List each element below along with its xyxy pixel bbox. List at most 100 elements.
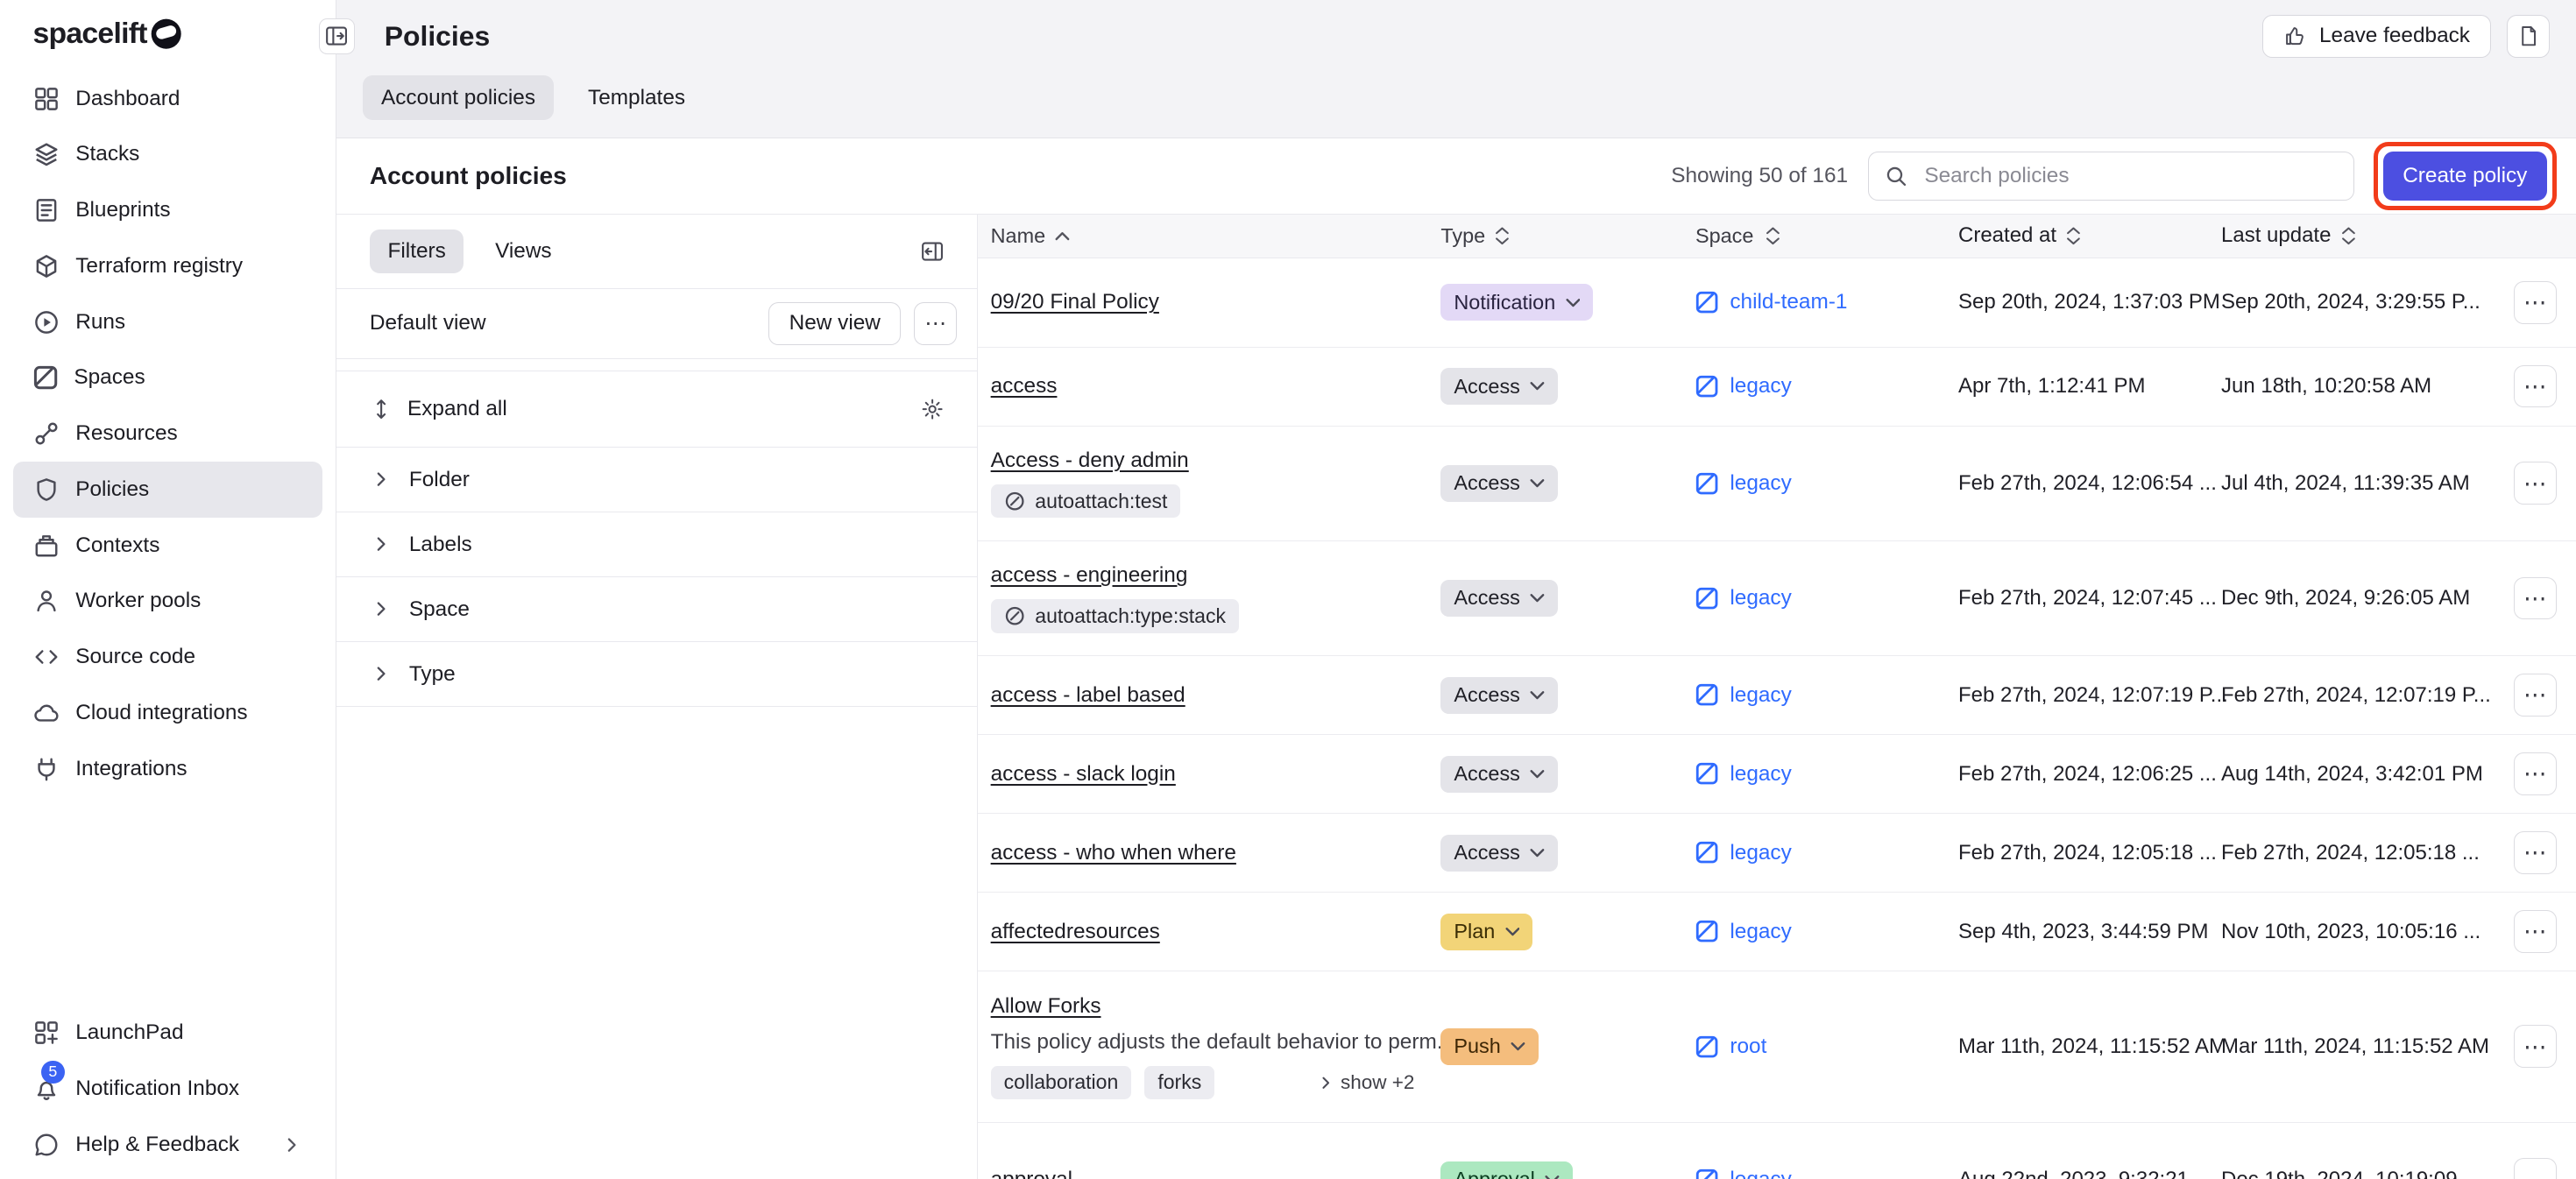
- spacelift-logo[interactable]: spacelift: [0, 0, 336, 71]
- create-policy-button[interactable]: Create policy: [2383, 152, 2547, 201]
- stacks-icon: [33, 141, 60, 167]
- tab-views[interactable]: Views: [477, 229, 570, 274]
- space-link[interactable]: legacy: [1730, 471, 1791, 496]
- space-link[interactable]: legacy: [1730, 586, 1791, 611]
- row-menu-button[interactable]: ⋯: [2514, 577, 2557, 620]
- panel-collapse-icon: [324, 24, 349, 48]
- filter-section-type[interactable]: Type: [336, 641, 976, 707]
- policy-label-chip[interactable]: forks: [1144, 1066, 1214, 1099]
- table-row: Allow Forks This policy adjusts the defa…: [978, 971, 2576, 1123]
- policy-label-chip[interactable]: autoattach:type:stack: [991, 599, 1239, 632]
- row-menu-button[interactable]: ⋯: [2514, 910, 2557, 953]
- policy-name-link[interactable]: access - engineering: [991, 563, 1188, 588]
- row-menu-button[interactable]: ⋯: [2514, 365, 2557, 408]
- sidebar-item-integrations[interactable]: Integrations: [13, 741, 322, 797]
- policy-name-link[interactable]: affectedresources: [991, 920, 1160, 943]
- sidebar-item-dashboard[interactable]: Dashboard: [13, 71, 322, 127]
- policy-name-link[interactable]: Allow Forks: [991, 994, 1101, 1019]
- filter-section-labels[interactable]: Labels: [336, 512, 976, 576]
- policy-type-badge[interactable]: Notification: [1440, 284, 1593, 321]
- space-link[interactable]: child-team-1: [1730, 290, 1847, 314]
- space-link[interactable]: legacy: [1730, 920, 1791, 944]
- row-menu-button[interactable]: ⋯: [2514, 831, 2557, 874]
- sidebar-item-runs[interactable]: Runs: [13, 294, 322, 350]
- row-menu-button[interactable]: ⋯: [2514, 752, 2557, 795]
- thumbs-up-icon: [2283, 25, 2306, 47]
- policy-name-link[interactable]: Access - deny admin: [991, 448, 1189, 473]
- default-view-row: Default view New view ⋯: [336, 288, 976, 359]
- row-menu-button[interactable]: ⋯: [2514, 674, 2557, 717]
- policy-type-badge[interactable]: Access: [1440, 677, 1558, 714]
- policy-name-link[interactable]: approval: [991, 1168, 1072, 1179]
- sort-icon: [2341, 227, 2356, 245]
- space-link[interactable]: legacy: [1730, 1168, 1791, 1179]
- policy-name-link[interactable]: 09/20 Final Policy: [991, 290, 1159, 314]
- sidebar-item-help-feedback[interactable]: Help & Feedback: [13, 1117, 322, 1173]
- sidebar-item-resources[interactable]: Resources: [13, 406, 322, 462]
- show-more-labels[interactable]: show +2: [1316, 1071, 1415, 1094]
- row-menu-button[interactable]: ⋯: [2514, 1025, 2557, 1068]
- chevron-right-icon: [370, 597, 393, 620]
- row-menu-button[interactable]: ⋯: [2514, 281, 2557, 324]
- created-at: Feb 27th, 2024, 12:05:18 ...: [1958, 841, 2221, 865]
- tab-filters[interactable]: Filters: [370, 229, 464, 274]
- column-header-created[interactable]: Created at: [1958, 223, 2221, 248]
- space-icon: [1695, 683, 1718, 706]
- filter-section-folder[interactable]: Folder: [336, 447, 976, 512]
- view-menu-button[interactable]: ⋯: [914, 302, 957, 345]
- policy-type-badge[interactable]: Plan: [1440, 914, 1532, 950]
- sidebar: spacelift Dashboard Stacks Blueprints Te…: [0, 0, 336, 1179]
- sidebar-item-blueprints[interactable]: Blueprints: [13, 182, 322, 238]
- sidebar-item-contexts[interactable]: Contexts: [13, 518, 322, 574]
- docs-button[interactable]: [2507, 15, 2550, 58]
- sidebar-item-notification-inbox[interactable]: 5 Notification Inbox: [13, 1061, 322, 1117]
- chevron-down-icon: [1530, 848, 1545, 858]
- sidebar-item-terraform-registry[interactable]: Terraform registry: [13, 238, 322, 294]
- column-header-updated[interactable]: Last update: [2221, 223, 2484, 248]
- sidebar-item-cloud-integrations[interactable]: Cloud integrations: [13, 685, 322, 741]
- space-link[interactable]: legacy: [1730, 841, 1791, 865]
- policy-type-badge[interactable]: Access: [1440, 580, 1558, 617]
- sidebar-item-worker-pools[interactable]: Worker pools: [13, 573, 322, 629]
- tab-templates[interactable]: Templates: [570, 75, 703, 120]
- row-menu-button[interactable]: ⋯: [2514, 1158, 2557, 1179]
- space-link[interactable]: legacy: [1730, 762, 1791, 787]
- tab-account-policies[interactable]: Account policies: [363, 75, 553, 120]
- policy-label-chip[interactable]: collaboration: [991, 1066, 1132, 1099]
- chevron-right-icon: [370, 662, 393, 685]
- collapse-filters-button[interactable]: [911, 229, 954, 272]
- policy-type-badge[interactable]: Access: [1440, 368, 1558, 405]
- policy-name-link[interactable]: access: [991, 374, 1058, 398]
- sidebar-item-source-code[interactable]: Source code: [13, 629, 322, 685]
- column-header-name[interactable]: Name: [978, 224, 1441, 248]
- policy-description: This policy adjusts the default behavior…: [991, 1030, 1454, 1055]
- policy-name-link[interactable]: access - who when where: [991, 841, 1236, 865]
- policy-type-badge[interactable]: Approval: [1440, 1161, 1573, 1179]
- filter-section-space[interactable]: Space: [336, 576, 976, 641]
- policy-type-badge[interactable]: Access: [1440, 465, 1558, 502]
- space-link[interactable]: legacy: [1730, 374, 1791, 399]
- sidebar-item-launchpad[interactable]: LaunchPad: [13, 1006, 322, 1062]
- row-menu-button[interactable]: ⋯: [2514, 462, 2557, 505]
- expand-all-label[interactable]: Expand all: [407, 397, 507, 421]
- policy-type-badge[interactable]: Access: [1440, 835, 1558, 872]
- search-input[interactable]: [1921, 162, 2337, 190]
- policy-name-link[interactable]: access - label based: [991, 683, 1185, 707]
- column-header-space[interactable]: Space: [1695, 224, 1958, 248]
- leave-feedback-button[interactable]: Leave feedback: [2262, 15, 2490, 58]
- space-link[interactable]: legacy: [1730, 683, 1791, 708]
- chevron-down-icon: [1530, 593, 1545, 603]
- collapse-sidebar-button[interactable]: [319, 18, 355, 54]
- space-link[interactable]: root: [1730, 1034, 1766, 1059]
- policy-type-badge[interactable]: Push: [1440, 1028, 1539, 1065]
- policy-type-badge[interactable]: Access: [1440, 756, 1558, 793]
- sidebar-item-spaces[interactable]: Spaces: [13, 349, 322, 406]
- new-view-button[interactable]: New view: [768, 302, 901, 345]
- policy-label-chip[interactable]: autoattach:test: [991, 484, 1181, 518]
- policy-name-link[interactable]: access - slack login: [991, 762, 1176, 786]
- filter-settings-button[interactable]: [911, 388, 954, 431]
- column-header-type[interactable]: Type: [1440, 224, 1695, 248]
- sidebar-item-policies[interactable]: Policies: [13, 462, 322, 518]
- sidebar-item-stacks[interactable]: Stacks: [13, 126, 322, 182]
- spaces-icon: [33, 365, 58, 390]
